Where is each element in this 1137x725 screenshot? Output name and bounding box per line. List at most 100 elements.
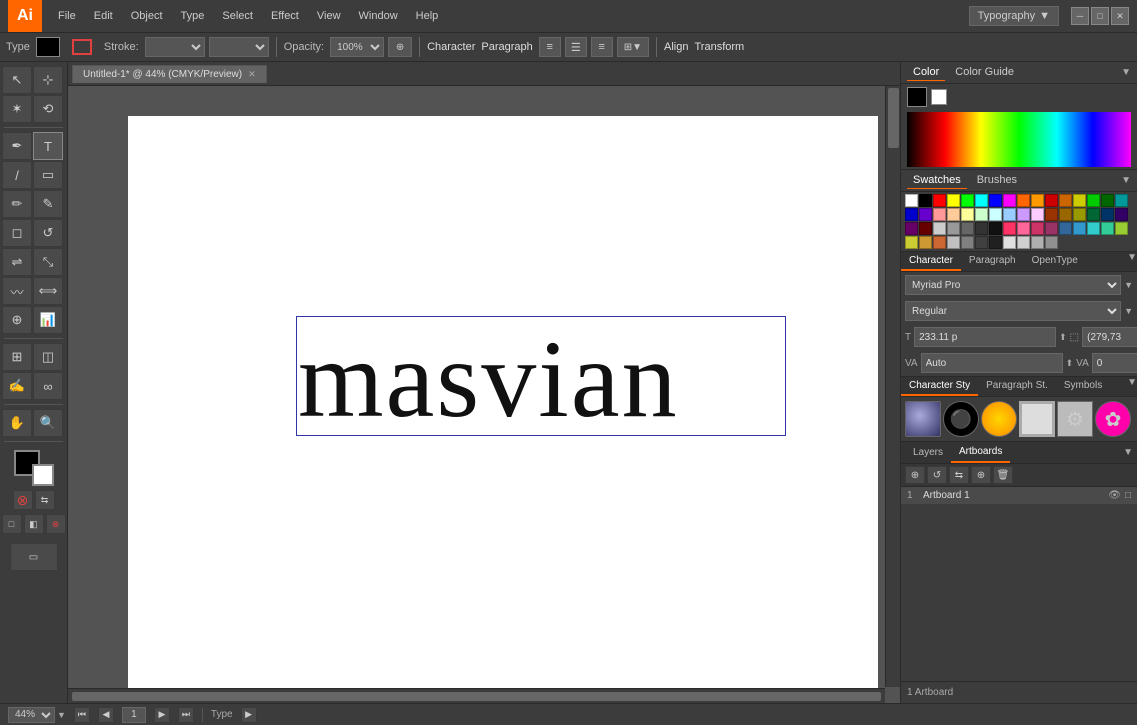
align-center-btn[interactable]: ☰ <box>565 37 587 57</box>
stroke-type-select[interactable] <box>209 37 269 57</box>
swatch-item[interactable] <box>933 236 946 249</box>
symbol-water[interactable] <box>905 401 941 437</box>
close-button[interactable]: ✕ <box>1111 7 1129 25</box>
swatch-item[interactable] <box>989 236 1002 249</box>
color-bg-swatch[interactable] <box>931 89 947 105</box>
swatch-item[interactable] <box>1031 194 1044 207</box>
layer-lock-icon[interactable]: □ <box>1125 490 1131 501</box>
char-panel-collapse[interactable]: ▼ <box>1127 252 1137 271</box>
tracking2-input[interactable] <box>1092 353 1137 373</box>
swatch-item[interactable] <box>919 236 932 249</box>
zoom-select[interactable]: 44% <box>8 707 55 723</box>
swatch-item[interactable] <box>1087 222 1100 235</box>
brushes-tab[interactable]: Brushes <box>971 172 1023 189</box>
pencil-tool[interactable]: ✎ <box>33 190 63 218</box>
swatch-item[interactable] <box>961 222 974 235</box>
layer-visibility-icon[interactable]: 👁 <box>1108 490 1121 501</box>
swatch-item[interactable] <box>1017 208 1030 221</box>
fill-swatch[interactable] <box>36 37 60 57</box>
layers-tab[interactable]: Layers <box>905 443 951 462</box>
swatch-item[interactable] <box>989 194 1002 207</box>
symbol-gear[interactable]: ⚙ <box>1057 401 1093 437</box>
swatch-item[interactable] <box>1101 194 1114 207</box>
menu-object[interactable]: Object <box>123 6 171 26</box>
eyedropper-tool[interactable]: ✍ <box>2 372 32 400</box>
align-right-btn[interactable]: ≡ <box>591 37 613 57</box>
menu-view[interactable]: View <box>309 6 349 26</box>
swatch-item[interactable] <box>1003 208 1016 221</box>
menu-edit[interactable]: Edit <box>86 6 121 26</box>
screen-mode-btn[interactable]: ▭ <box>10 543 58 571</box>
blend-tool[interactable]: ∞ <box>33 372 63 400</box>
swatch-item[interactable] <box>1003 194 1016 207</box>
align-label[interactable]: Align <box>664 41 688 53</box>
swatch-item[interactable] <box>905 236 918 249</box>
swatch-item[interactable] <box>905 194 918 207</box>
stroke-swatch[interactable] <box>72 39 92 55</box>
swatch-item[interactable] <box>975 236 988 249</box>
menu-window[interactable]: Window <box>351 6 406 26</box>
font-style-select[interactable]: Regular <box>905 301 1121 321</box>
swatch-item[interactable] <box>1115 194 1128 207</box>
symbols-tab[interactable]: Symbols <box>1056 377 1110 396</box>
zoom-tool[interactable]: 🔍 <box>33 409 63 437</box>
swatch-item[interactable] <box>1087 208 1100 221</box>
color-tab[interactable]: Color <box>907 64 945 81</box>
paragraph-tab[interactable]: Paragraph <box>961 252 1024 271</box>
minimize-button[interactable]: ─ <box>1071 7 1089 25</box>
lasso-tool[interactable]: ⟲ <box>33 95 63 123</box>
layer-row-artboard1[interactable]: 1 Artboard 1 👁 □ <box>901 487 1137 505</box>
vertical-scrollbar[interactable] <box>885 86 900 687</box>
swatch-item[interactable] <box>905 208 918 221</box>
swatch-item[interactable] <box>947 236 960 249</box>
swatches-panel-collapse[interactable]: ▼ <box>1121 175 1131 186</box>
swatch-item[interactable] <box>1101 222 1114 235</box>
swatch-item[interactable] <box>933 194 946 207</box>
align-left-btn[interactable]: ≡ <box>539 37 561 57</box>
swatch-item[interactable] <box>1059 222 1072 235</box>
para-sty-tab[interactable]: Paragraph St. <box>978 377 1056 396</box>
swatch-item[interactable] <box>975 222 988 235</box>
workspace-button[interactable]: Typography ▼ <box>969 6 1059 26</box>
swatch-item[interactable] <box>975 208 988 221</box>
tracking-input[interactable] <box>1082 327 1137 347</box>
opacity-select[interactable]: 100% <box>330 37 384 57</box>
swatch-item[interactable] <box>1073 222 1086 235</box>
direct-selection-tool[interactable]: ⊹ <box>33 66 63 94</box>
swatch-item[interactable] <box>1003 222 1016 235</box>
menu-select[interactable]: Select <box>214 6 261 26</box>
swatch-item[interactable] <box>919 194 932 207</box>
none-color[interactable]: ⊗ <box>13 490 33 510</box>
character-tab[interactable]: Character <box>901 252 961 271</box>
layer-tool-5[interactable]: 🗑 <box>993 466 1013 484</box>
kerning-input[interactable] <box>921 353 1063 373</box>
layer-tool-3[interactable]: ⇆ <box>949 466 969 484</box>
nav-prev-btn[interactable]: ◀ <box>98 707 114 723</box>
swatch-item[interactable] <box>1017 236 1030 249</box>
swatch-item[interactable] <box>947 208 960 221</box>
swatch-item[interactable] <box>961 236 974 249</box>
swatch-item[interactable] <box>1017 194 1030 207</box>
swatch-item[interactable] <box>933 208 946 221</box>
document-tab[interactable]: Untitled-1* @ 44% (CMYK/Preview) ✕ <box>72 65 267 83</box>
swatch-item[interactable] <box>1115 222 1128 235</box>
pen-tool[interactable]: ✒ <box>2 132 32 160</box>
rect-tool[interactable]: ▭ <box>33 161 63 189</box>
type-tool[interactable]: T <box>33 132 63 160</box>
swatch-item[interactable] <box>1045 194 1058 207</box>
canvas-wrapper[interactable]: masvian <box>68 86 900 703</box>
rotate-tool[interactable]: ↺ <box>33 219 63 247</box>
swatch-item[interactable] <box>1003 236 1016 249</box>
background-color[interactable] <box>32 464 54 486</box>
swatch-item[interactable] <box>1087 194 1100 207</box>
swatch-item[interactable] <box>989 222 1002 235</box>
reflect-tool[interactable]: ⇌ <box>2 248 32 276</box>
symbol-flower[interactable]: ✿ <box>1095 401 1131 437</box>
layers-collapse[interactable]: ▼ <box>1123 447 1133 458</box>
symbol-sun[interactable] <box>981 401 1017 437</box>
swatch-item[interactable] <box>961 208 974 221</box>
menu-type[interactable]: Type <box>173 6 213 26</box>
font-style-arrow[interactable]: ▼ <box>1124 306 1133 316</box>
column-graph-tool[interactable]: 📊 <box>33 306 63 334</box>
opentype-tab[interactable]: OpenType <box>1024 252 1086 271</box>
